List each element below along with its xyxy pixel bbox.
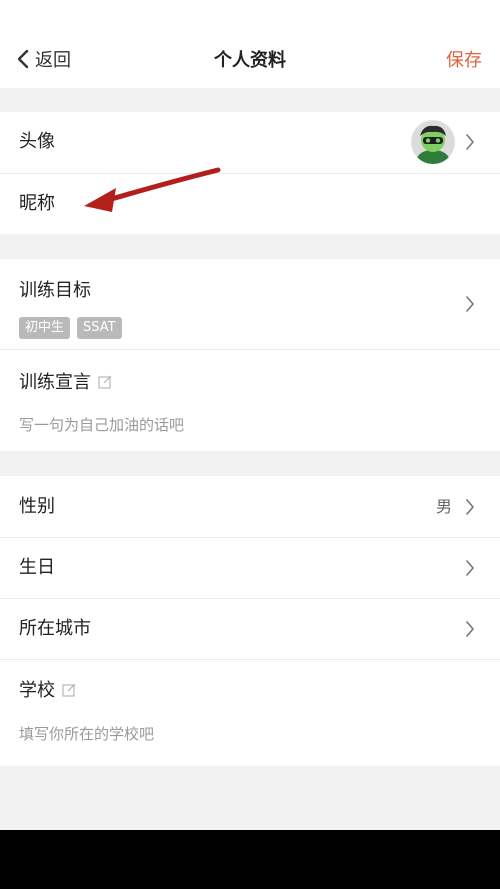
chevron-right-icon: [465, 498, 475, 516]
school-row[interactable]: 学校 填写你所在的学校吧: [0, 659, 500, 766]
training-motto-label-wrap: 训练宣言: [19, 371, 112, 395]
chevron-right-icon: [465, 295, 475, 313]
nickname-label: 昵称: [19, 193, 55, 214]
bottom-bar: [0, 830, 500, 889]
avatar: [411, 120, 455, 164]
edit-icon: [62, 683, 76, 697]
gender-row[interactable]: 性别 男: [0, 476, 500, 537]
goal-tags: 初中生 SSAT: [19, 317, 122, 339]
gender-value: 男: [435, 497, 452, 516]
school-label-wrap: 学校: [19, 679, 76, 703]
chevron-right-icon: [465, 559, 475, 577]
training-motto-label: 训练宣言: [19, 372, 91, 393]
training-goal-row[interactable]: 训练目标 初中生 SSAT: [0, 259, 500, 349]
birthday-label: 生日: [19, 557, 55, 578]
avatar-row[interactable]: 头像: [0, 112, 500, 173]
motto-input[interactable]: 写一句为自己加油的话吧: [19, 415, 184, 435]
save-button[interactable]: 保存: [446, 47, 482, 75]
nav-bar: 返回 个人资料 保存: [0, 0, 500, 88]
city-label: 所在城市: [19, 618, 91, 639]
nickname-row[interactable]: 昵称: [0, 173, 500, 234]
profile-section: 头像 昵称: [0, 112, 500, 234]
info-section: 性别 男 生日 所在城市 学校 填写你所在的学校吧: [0, 476, 500, 766]
training-motto-row[interactable]: 训练宣言 写一句为自己加油的话吧: [0, 349, 500, 451]
gender-label: 性别: [19, 496, 55, 517]
goal-tag: 初中生: [19, 317, 71, 339]
training-section: 训练目标 初中生 SSAT 训练宣言 写一句为自己加油的话吧: [0, 259, 500, 451]
chevron-right-icon: [465, 620, 475, 638]
page-title: 个人资料: [214, 50, 286, 71]
goal-tag: SSAT: [77, 317, 122, 339]
training-goal-label: 训练目标: [19, 280, 91, 301]
city-row[interactable]: 所在城市: [0, 598, 500, 659]
edit-icon: [98, 375, 112, 389]
birthday-row[interactable]: 生日: [0, 537, 500, 598]
school-label: 学校: [19, 680, 55, 701]
school-input[interactable]: 填写你所在的学校吧: [19, 724, 154, 744]
chevron-right-icon: [465, 133, 475, 151]
avatar-label: 头像: [19, 131, 55, 152]
